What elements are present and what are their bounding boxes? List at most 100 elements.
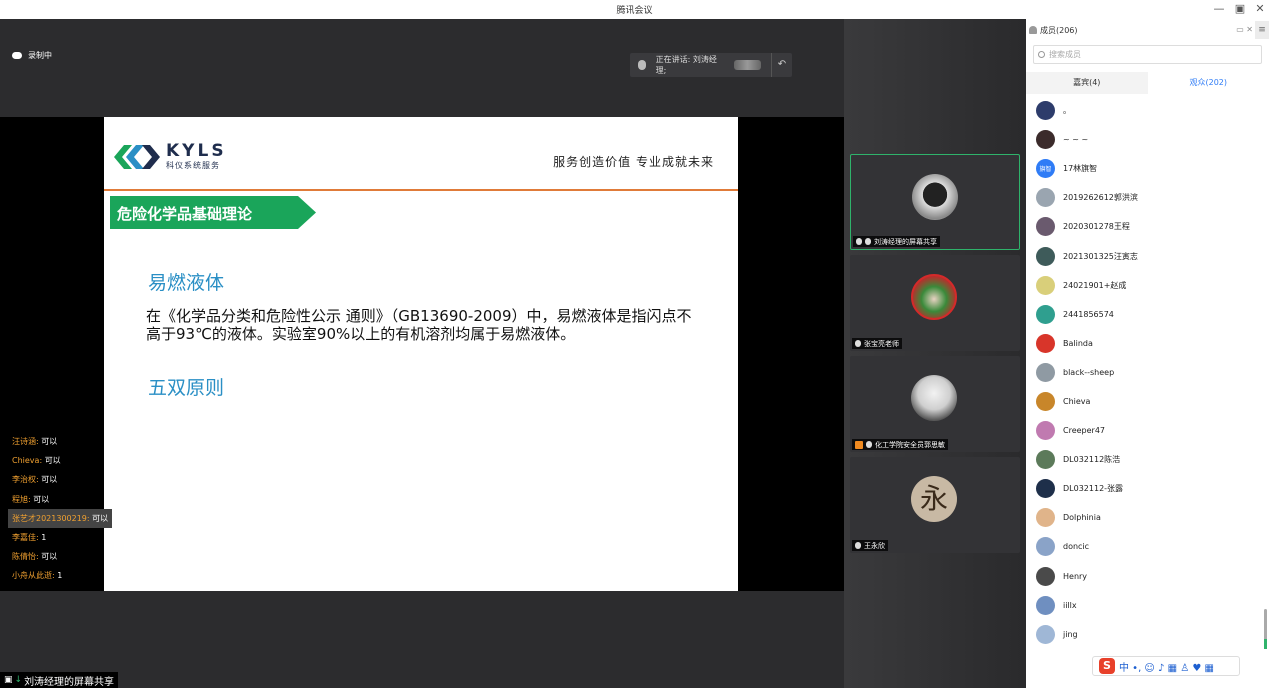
video-tile-label: 刘涛经理的屏幕共享 [853,236,940,247]
avatar [1036,508,1055,528]
list-item[interactable]: DL032112陈浩 [1026,445,1269,474]
avatar [1036,479,1055,499]
search-placeholder: 搜索成员 [1049,50,1081,59]
member-name: Creeper47 [1063,426,1106,436]
member-name: ~ ~ ~ [1063,135,1089,145]
list-item[interactable]: 。 [1026,96,1269,125]
restore-button[interactable]: ▣ [1233,2,1247,15]
member-name: 2021301325汪寅志 [1063,251,1138,261]
avatar: 旗智 [1036,159,1055,179]
video-column: 刘涛经理的屏幕共享 张宝亮老师 化工学院安全员郭思敏 永 王永欣 [844,19,1026,688]
member-name: Chieva [1063,396,1091,406]
list-item[interactable]: Henry [1026,562,1269,591]
popout-close-icons[interactable]: ▭ ✕ [1236,25,1253,34]
slide-paragraph: 在《化学品分类和危险性公示 通则》（GB13690-2009）中，易燃液体是指闪… [146,307,692,343]
avatar [1036,624,1055,644]
microphone-muted-icon [855,542,861,549]
member-name: 。 [1063,106,1071,116]
member-tabs: 嘉宾(4) 观众(202) [1026,72,1269,94]
avatar [1036,566,1055,586]
glasses-man-avatar [911,375,957,421]
list-item[interactable]: Creeper47 [1026,416,1269,445]
list-item[interactable]: 24021901+赵成 [1026,271,1269,300]
slide-motto: 服务创造价值 专业成就未来 [553,155,714,169]
return-icon[interactable]: ↶ [770,53,792,77]
list-item[interactable]: Balinda [1026,329,1269,358]
avatar [1036,275,1055,295]
list-item[interactable]: black--sheep [1026,358,1269,387]
member-name: Dolphinia [1063,513,1101,523]
avatar [1036,246,1055,266]
close-button[interactable]: ✕ [1253,2,1267,15]
host-icon [855,440,863,449]
chat-message: 李嘉佳: 1 [12,533,47,543]
list-item[interactable]: ~ ~ ~ [1026,125,1269,154]
list-item[interactable]: 旗智 17林旗智 [1026,154,1269,183]
sogou-logo-icon: S [1099,658,1115,674]
person-icon [1029,26,1037,34]
chat-message: 张艺才2021300219: 可以 [8,508,113,528]
video-tile-label: 王永欣 [852,540,888,551]
avatar [1036,391,1055,411]
flower-avatar [911,274,957,320]
member-name: 2441856574 [1063,309,1114,319]
member-search-input[interactable]: 搜索成员 [1033,45,1262,64]
members-title: 成员(206) [1040,25,1078,35]
tab-audience[interactable]: 观众(202) [1147,72,1269,94]
chat-message: 李治权: 可以 [12,475,58,485]
screen-icon [856,238,862,245]
scrollbar[interactable] [1264,609,1267,649]
microphone-muted-icon [866,441,872,448]
screen-icon: ▣ [4,675,13,685]
list-item[interactable]: 2020301278王程 [1026,212,1269,241]
avatar [1036,595,1055,615]
tab-guests[interactable]: 嘉宾(4) [1026,72,1148,94]
ime-toolbar[interactable]: S 中 •, ☺ ♪ ▦ ♙ ♥ ▦ [1092,656,1240,676]
list-item[interactable]: doncic [1026,532,1269,561]
header-rule [104,189,738,191]
member-name: 24021901+赵成 [1063,280,1127,290]
member-name: 2019262612郭洪滨 [1063,193,1138,203]
window-title: 腾讯会议 [616,6,653,16]
avatar [1036,450,1055,470]
section-banner-text: 危险化学品基础理论 [117,205,253,223]
member-name: doncic [1063,542,1090,552]
list-item[interactable]: jing [1026,620,1269,649]
menu-icon[interactable]: ≡ [1255,21,1269,39]
chat-message: 程旭: 可以 [12,494,50,504]
screen-share-label: ▣ ↓ 刘涛经理的屏幕共享 [0,672,119,688]
avatar [1036,421,1055,441]
list-item[interactable]: iillx [1026,591,1269,620]
kyls-logo: KYLS 科仪系统服务 [114,141,227,173]
avatar [1036,188,1055,208]
video-tile[interactable]: 刘涛经理的屏幕共享 [850,154,1020,250]
list-item[interactable]: DL032112-张露 [1026,474,1269,503]
list-item[interactable]: 2441856574 [1026,300,1269,329]
speaking-indicator: 正在讲话: 刘涛经理; ↶ [630,53,792,77]
microphone-muted-icon [855,340,861,347]
member-list: 。 ~ ~ ~ 旗智 17林旗智 2019262612郭洪滨 2020301278王程 20… [1026,96,1269,649]
section-banner: 危险化学品基础理论 [110,196,316,229]
minimize-button[interactable]: — [1212,2,1226,15]
video-tile[interactable]: 张宝亮老师 [850,255,1020,351]
list-item[interactable]: 2019262612郭洪滨 [1026,183,1269,212]
list-item[interactable]: Chieva [1026,387,1269,416]
video-tile[interactable]: 化工学院安全员郭思敏 [850,356,1020,452]
slide-heading-1: 易燃液体 [148,272,225,294]
microphone-green-icon: ↓ [14,675,23,685]
yong-char-avatar: 永 [911,476,957,522]
chat-overlay: 汪诗涵: 可以 Chieva: 可以 李治权: 可以 程旭: 可以 张艺才202… [8,432,113,586]
ime-tools[interactable]: 中 •, ☺ ♪ ▦ ♙ ♥ ▦ [1119,659,1214,674]
list-item[interactable]: Dolphinia [1026,503,1269,532]
avatar [1036,130,1055,150]
video-tile[interactable]: 永 王永欣 [850,457,1020,553]
logo-subtext: 科仪系统服务 [166,161,220,170]
microphone-icon [865,238,871,245]
member-name: DL032112陈浩 [1063,455,1121,465]
list-item[interactable]: 2021301325汪寅志 [1026,241,1269,270]
members-panel: 成员(206) ▭ ✕ ≡ 搜索成员 嘉宾(4) 观众(202) 。 ~ ~ ~ 旗… [1026,19,1269,688]
member-name: 2020301278王程 [1063,222,1130,232]
video-tile-label: 化工学院安全员郭思敏 [852,439,948,450]
recording-indicator[interactable]: 录制中 [12,50,52,61]
logo-text: KYLS [166,141,227,161]
